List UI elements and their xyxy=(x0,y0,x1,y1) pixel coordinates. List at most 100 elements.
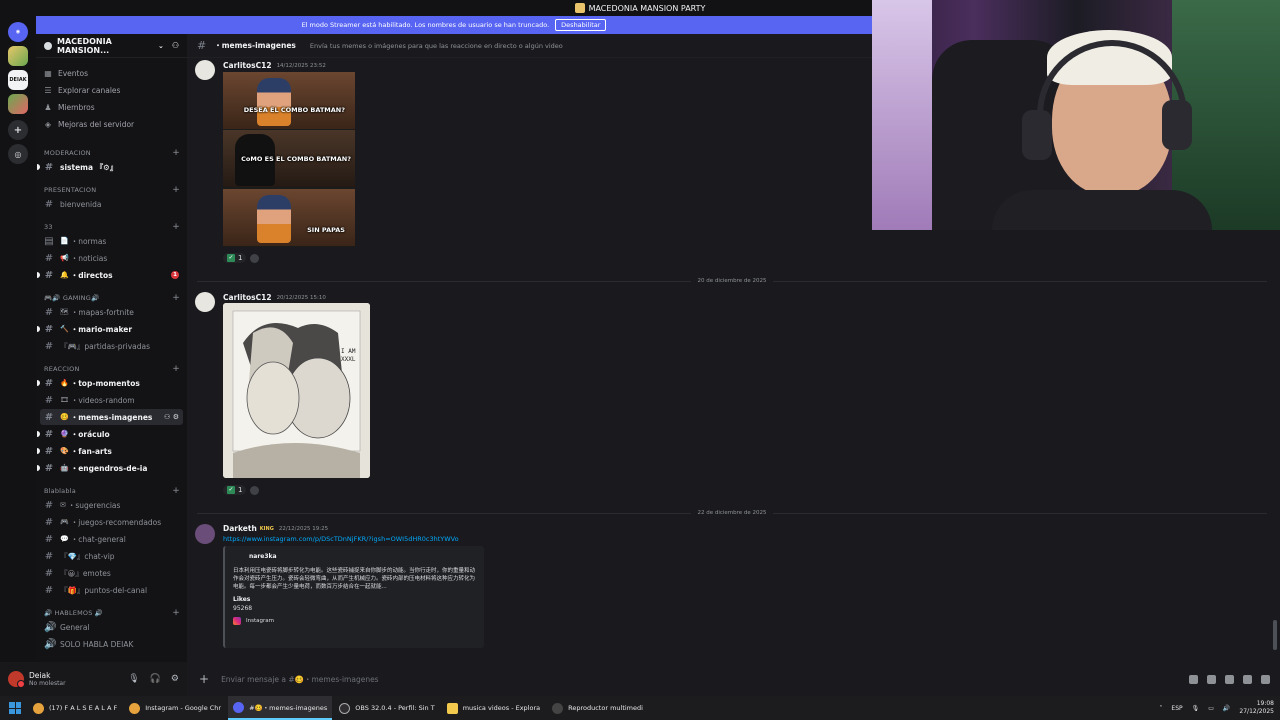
channel-directos[interactable]: # 🔔 ・directos 1 xyxy=(37,267,183,283)
timestamp: 14/12/2025 23:52 xyxy=(276,62,326,69)
gif-icon[interactable] xyxy=(1207,674,1216,684)
channel-memes-imagenes[interactable]: # 🥴 ・memes-imagenes ⚇ ⚙ xyxy=(40,409,183,425)
message-composer[interactable]: + Enviar mensaje a #🥴・memes-imagenes xyxy=(187,662,1280,696)
add-channel-icon[interactable]: + xyxy=(172,364,180,374)
add-reaction-icon[interactable] xyxy=(250,253,260,263)
hash-icon: # xyxy=(44,516,54,528)
webcam-overlay xyxy=(872,0,1280,230)
channel-mapas-fortnite[interactable]: # 🗺 ・mapas-fortnite xyxy=(40,304,183,320)
server-icon-1[interactable] xyxy=(8,46,28,66)
channel-mario-maker[interactable]: # 🔨 ・mario-maker xyxy=(37,321,183,337)
avatar[interactable] xyxy=(8,671,25,688)
hash-icon: # xyxy=(44,269,54,281)
nav-boosts[interactable]: ◈ Mejoras del servidor xyxy=(44,117,134,132)
headphones-icon[interactable]: 🎧 xyxy=(150,674,161,684)
channel-chat-general[interactable]: # 💬 ・chat-general xyxy=(40,531,183,547)
channel-engendros-de-ia[interactable]: # 🤖 ・engendros-de-ia xyxy=(37,460,183,476)
microphone-icon[interactable]: 🎙 xyxy=(1192,705,1200,712)
volume-icon[interactable]: 🔊 xyxy=(1223,705,1230,712)
channel-emotes[interactable]: # 『😀』emotes xyxy=(40,565,183,581)
category-presentacion[interactable]: PRESENTACION + xyxy=(44,184,180,196)
add-channel-icon[interactable]: + xyxy=(172,148,180,158)
avatar[interactable] xyxy=(195,524,215,544)
channel-sistema[interactable]: # sistema 『⚙』 xyxy=(37,159,183,175)
chevron-up-icon[interactable]: ˄ xyxy=(1159,705,1162,712)
category-33[interactable]: 33 + xyxy=(44,221,180,233)
sketch-drawing xyxy=(223,303,370,478)
gift-icon[interactable] xyxy=(1189,674,1198,684)
apps-icon[interactable] xyxy=(1261,674,1270,684)
taskbar-app-media-player[interactable]: Reproductor multimedi xyxy=(547,696,648,720)
play-icon xyxy=(552,702,564,714)
add-channel-icon[interactable]: + xyxy=(172,293,180,303)
chevron-down-icon[interactable]: ⌄ xyxy=(158,42,164,50)
channel-partidas-privadas[interactable]: # 『🎮』partidas-privadas xyxy=(40,338,183,354)
add-channel-icon[interactable]: + xyxy=(172,486,180,496)
category-moderacion[interactable]: MODERACION + xyxy=(44,147,180,159)
nav-browse-channels[interactable]: ☰ Explorar canales xyxy=(44,83,120,98)
explore-icon[interactable]: ◎ xyxy=(8,144,28,164)
message-input[interactable]: Enviar mensaje a #🥴・memes-imagenes xyxy=(221,674,379,685)
voice-channel-solo-habla[interactable]: 🔊 SOLO HABLA DEIAK xyxy=(40,636,183,652)
chrome-icon xyxy=(33,702,44,714)
channel-juegos-recomendados[interactable]: # 🎮 ・juegos-recomendados xyxy=(40,514,183,530)
channel-videos-random[interactable]: # 🎞 ・videos-random xyxy=(40,392,183,408)
server-icon-3[interactable] xyxy=(8,94,28,114)
attach-icon[interactable]: + xyxy=(199,672,209,686)
channel-noticias[interactable]: # 📢 ・noticias xyxy=(40,250,183,266)
voice-channel-general[interactable]: 🔊 General xyxy=(40,619,183,635)
disable-streamer-button[interactable]: Deshabilitar xyxy=(555,19,607,31)
avatar[interactable] xyxy=(195,60,215,80)
instagram-link[interactable]: https://www.instagram.com/p/DScTDnNjFKR/… xyxy=(223,535,459,543)
reaction-check[interactable]: ✓ 1 xyxy=(223,485,247,495)
channel-bienvenida[interactable]: # bienvenida xyxy=(40,196,183,212)
channel-puntos-del-canal[interactable]: # 『🎁』puntos-del-canal xyxy=(40,582,183,598)
taskbar-app-discord[interactable]: #🥴・memes-imagenes xyxy=(228,696,333,720)
add-channel-icon[interactable]: + xyxy=(172,608,180,618)
windows-start-icon[interactable] xyxy=(9,702,21,714)
embed-author[interactable]: nare3ka xyxy=(249,553,476,560)
taskbar-app-youtube[interactable]: (17) F A L S E A L A F xyxy=(28,696,122,720)
sketch-image[interactable]: I AM XXXL xyxy=(223,303,370,478)
emoji-icon[interactable] xyxy=(1243,674,1252,684)
network-icon[interactable]: ▭ xyxy=(1208,705,1214,712)
author-name[interactable]: Darketh xyxy=(223,524,257,533)
channel-oraculo[interactable]: # 🔮 ・oráculo xyxy=(37,426,183,442)
category-gaming[interactable]: 🎮🔊 GAMING🔊 + xyxy=(44,292,180,304)
add-channel-icon[interactable]: + xyxy=(172,185,180,195)
invite-icon[interactable]: ⚇ xyxy=(172,41,179,50)
microphone-icon[interactable]: 🎙 xyxy=(128,674,139,684)
server-icon-deiak[interactable]: DEIAK xyxy=(8,70,28,90)
category-hablemos[interactable]: 🔊 HABLEMOS 🔊 + xyxy=(44,607,180,619)
channel-normas[interactable]: ▤ 📄 ・normas xyxy=(40,233,183,249)
taskbar-app-obs[interactable]: OBS 32.0.4 - Perfil: Sin T xyxy=(334,696,439,720)
nav-members[interactable]: ♟ Miembros xyxy=(44,100,94,115)
channel-fan-arts[interactable]: # 🎨 ・fan-arts xyxy=(37,443,183,459)
reaction-check[interactable]: ✓ 1 xyxy=(223,253,247,263)
channel-top-momentos[interactable]: # 🔥 ・top-momentos xyxy=(37,375,183,391)
channel-sugerencias[interactable]: # ✉ ・sugerencias xyxy=(40,497,183,513)
add-channel-icon[interactable]: + xyxy=(172,222,180,232)
window-title: MACEDONIA MANSION PARTY xyxy=(588,3,706,13)
meme-image[interactable]: DESEA EL COMBO BATMAN? CoMO ES EL COMBO … xyxy=(223,72,355,247)
author-name[interactable]: CarlitosC12 xyxy=(223,61,272,70)
clock[interactable]: 19:08 27/12/2025 xyxy=(1239,700,1274,716)
scrollbar[interactable] xyxy=(1273,620,1277,650)
language-indicator[interactable]: ESP xyxy=(1171,705,1182,712)
sticker-icon[interactable] xyxy=(1225,674,1234,684)
category-reaccion[interactable]: REACCION + xyxy=(44,363,180,375)
avatar[interactable] xyxy=(195,292,215,312)
channel-chat-vip[interactable]: # 『💎』chat-vip xyxy=(40,548,183,564)
category-blablabla[interactable]: Blablabla + xyxy=(44,485,180,497)
author-name[interactable]: CarlitosC12 xyxy=(223,293,272,302)
channel-settings-icon[interactable]: ⚇ ⚙ xyxy=(164,413,179,421)
add-reaction-icon[interactable] xyxy=(250,485,260,495)
gear-icon[interactable]: ⚙ xyxy=(171,674,179,684)
discord-home-icon[interactable]: ◉ xyxy=(8,22,28,42)
add-server-icon[interactable]: + xyxy=(8,120,28,140)
guild-header[interactable]: MACEDONIA MANSION... ⌄ ⚇ xyxy=(36,34,187,58)
taskbar-app-instagram[interactable]: Instagram - Google Chr xyxy=(124,696,226,720)
taskbar-app-explorer[interactable]: musica videos - Explora xyxy=(442,696,545,720)
nav-events[interactable]: ▦ Eventos xyxy=(44,66,88,81)
gamepad-icon: 🎮 xyxy=(60,518,69,526)
